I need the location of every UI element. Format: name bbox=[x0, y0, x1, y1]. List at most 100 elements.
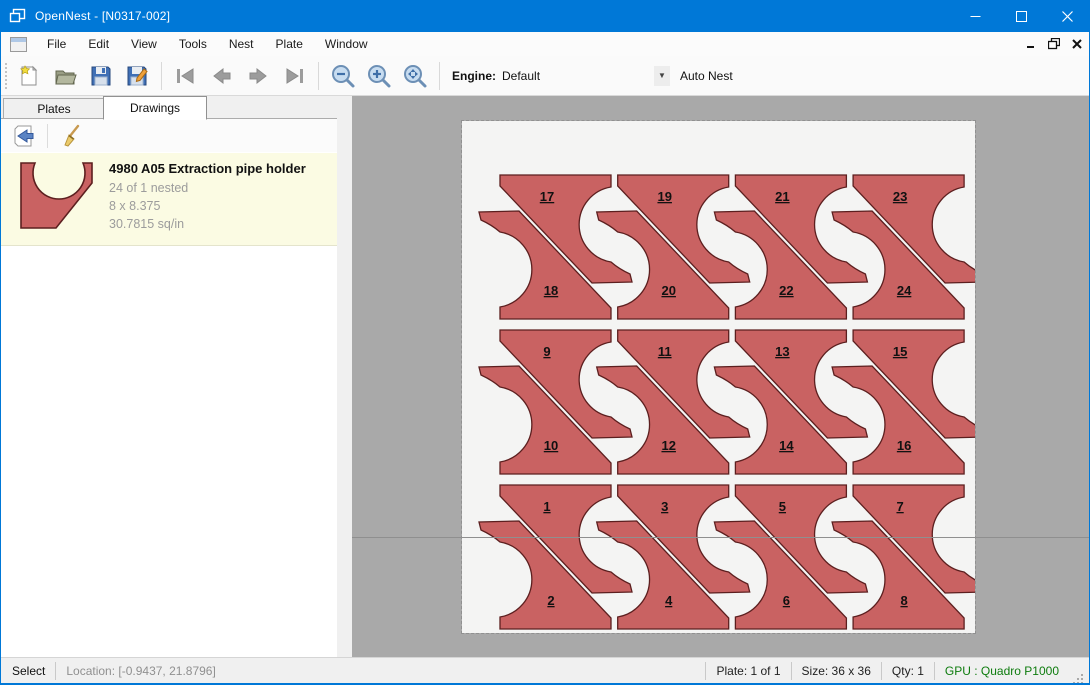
nest-svg: 171819202122232491011121314151612345678 bbox=[462, 121, 975, 633]
chevron-down-icon[interactable]: ▼ bbox=[654, 66, 670, 86]
first-plate-button[interactable] bbox=[169, 60, 203, 92]
toolbar-grip bbox=[5, 63, 11, 89]
engine-select[interactable]: Default ▼ bbox=[502, 64, 670, 88]
status-plate: Plate: 1 of 1 bbox=[716, 664, 780, 678]
part-number-label: 5 bbox=[779, 499, 786, 514]
part-number-label: 3 bbox=[661, 499, 668, 514]
part-number-label: 6 bbox=[783, 593, 790, 608]
nest-pair: 11 12 bbox=[597, 330, 750, 474]
plate-sheet: 171819202122232491011121314151612345678 bbox=[462, 121, 975, 633]
mdi-minimize-button[interactable] bbox=[1022, 36, 1039, 53]
menu-item-nest[interactable]: Nest bbox=[218, 33, 265, 55]
maximize-button[interactable] bbox=[998, 0, 1044, 32]
mdi-close-button[interactable] bbox=[1068, 36, 1085, 53]
part-number-label: 17 bbox=[540, 189, 554, 204]
menu-item-edit[interactable]: Edit bbox=[77, 33, 120, 55]
last-plate-button[interactable] bbox=[277, 60, 311, 92]
tab-drawings[interactable]: Drawings bbox=[103, 96, 207, 120]
tab-strip: Plates Drawings bbox=[1, 96, 337, 119]
window-border-left bbox=[0, 32, 1, 683]
auto-nest-button[interactable]: Auto Nest bbox=[680, 69, 733, 83]
save-button[interactable] bbox=[84, 60, 118, 92]
menu-item-plate[interactable]: Plate bbox=[265, 33, 314, 55]
tool-bar: Engine: Default ▼ Auto Nest bbox=[1, 56, 1089, 96]
drawing-title: 4980 A05 Extraction pipe holder bbox=[109, 161, 306, 176]
nest-pair: 78 bbox=[832, 485, 975, 629]
part-number-label: 18 bbox=[544, 283, 558, 298]
mdi-restore-button[interactable] bbox=[1045, 36, 1062, 53]
nest-pair: 56 bbox=[714, 485, 867, 629]
drawing-list-item[interactable]: 4980 A05 Extraction pipe holder 24 of 1 … bbox=[1, 153, 337, 246]
nest-pair: 1314 bbox=[714, 330, 867, 474]
menu-item-tools[interactable]: Tools bbox=[168, 33, 218, 55]
close-button[interactable] bbox=[1044, 0, 1090, 32]
status-separator bbox=[55, 662, 56, 680]
previous-plate-button[interactable] bbox=[205, 60, 239, 92]
toolbar-separator bbox=[318, 62, 319, 90]
nest-canvas[interactable]: 171819202122232491011121314151612345678 bbox=[352, 96, 1089, 657]
status-qty: Qty: 1 bbox=[892, 664, 924, 678]
drawing-nested-count: 24 of 1 nested bbox=[109, 181, 188, 195]
drawing-area: 30.7815 sq/in bbox=[109, 217, 184, 231]
engine-value: Default bbox=[502, 69, 654, 83]
minimize-button[interactable] bbox=[952, 0, 998, 32]
status-size: Size: 36 x 36 bbox=[802, 664, 871, 678]
menu-item-file[interactable]: File bbox=[36, 33, 77, 55]
part-number-label: 8 bbox=[900, 593, 907, 608]
menu-item-window[interactable]: Window bbox=[314, 33, 379, 55]
status-separator bbox=[791, 662, 792, 680]
menu-bar: FileEditViewToolsNestPlateWindow bbox=[1, 32, 1089, 57]
part-number-label: 22 bbox=[779, 283, 793, 298]
part-number-label: 19 bbox=[657, 189, 671, 204]
part-number-label: 11 bbox=[658, 344, 672, 359]
status-gpu: GPU : Quadro P1000 bbox=[945, 664, 1059, 678]
next-plate-button[interactable] bbox=[241, 60, 275, 92]
part-number-label: 13 bbox=[775, 344, 789, 359]
status-separator bbox=[881, 662, 882, 680]
status-separator bbox=[934, 662, 935, 680]
part-number-label: 4 bbox=[665, 593, 673, 608]
toolbar-separator bbox=[439, 62, 440, 90]
part-number-label: 16 bbox=[897, 438, 911, 453]
engine-label: Engine: bbox=[452, 69, 496, 83]
part-number-label: 10 bbox=[544, 438, 558, 453]
part-number-label: 2 bbox=[547, 593, 554, 608]
open-file-button[interactable] bbox=[48, 60, 82, 92]
part-number-label: 1 bbox=[543, 499, 550, 514]
panel-toolbar-separator bbox=[47, 124, 48, 148]
status-location: Location: [-0.9437, 21.8796] bbox=[66, 664, 215, 678]
status-mode: Select bbox=[12, 664, 45, 678]
zoom-in-button[interactable] bbox=[362, 60, 396, 92]
app-icon bbox=[9, 7, 27, 25]
part-number-label: 20 bbox=[661, 283, 675, 298]
nest-pair: 12 bbox=[479, 485, 632, 629]
part-number-label: 23 bbox=[893, 189, 907, 204]
window-title: OpenNest - [N0317-002] bbox=[35, 9, 170, 23]
status-separator bbox=[705, 662, 706, 680]
child-window-icon[interactable] bbox=[10, 37, 27, 52]
tab-plates[interactable]: Plates bbox=[3, 98, 105, 118]
nest-pair: 34 bbox=[597, 485, 750, 629]
save-as-button[interactable] bbox=[120, 60, 154, 92]
nest-pair: 23 24 bbox=[832, 175, 975, 319]
nest-pair: 2122 bbox=[714, 175, 867, 319]
part-number-label: 24 bbox=[897, 283, 912, 298]
part-number-label: 9 bbox=[543, 344, 550, 359]
part-thumbnail bbox=[19, 161, 95, 236]
menu-item-view[interactable]: View bbox=[120, 33, 168, 55]
nest-pair: 1516 bbox=[832, 330, 975, 474]
status-bar: Select Location: [-0.9437, 21.8796] Plat… bbox=[1, 657, 1089, 684]
part-number-label: 15 bbox=[893, 344, 907, 359]
part-number-label: 7 bbox=[896, 499, 903, 514]
panel-splitter[interactable] bbox=[337, 96, 352, 657]
zoom-out-button[interactable] bbox=[326, 60, 360, 92]
send-back-to-plates-button[interactable] bbox=[9, 122, 39, 150]
clear-broom-button[interactable] bbox=[56, 122, 86, 150]
nest-pair: 1920 bbox=[597, 175, 750, 319]
part-number-label: 12 bbox=[661, 438, 675, 453]
zoom-fit-button[interactable] bbox=[398, 60, 432, 92]
toolbar-separator bbox=[161, 62, 162, 90]
new-file-button[interactable] bbox=[12, 60, 46, 92]
title-bar: OpenNest - [N0317-002] bbox=[0, 0, 1090, 32]
canvas-divider bbox=[352, 537, 1089, 538]
